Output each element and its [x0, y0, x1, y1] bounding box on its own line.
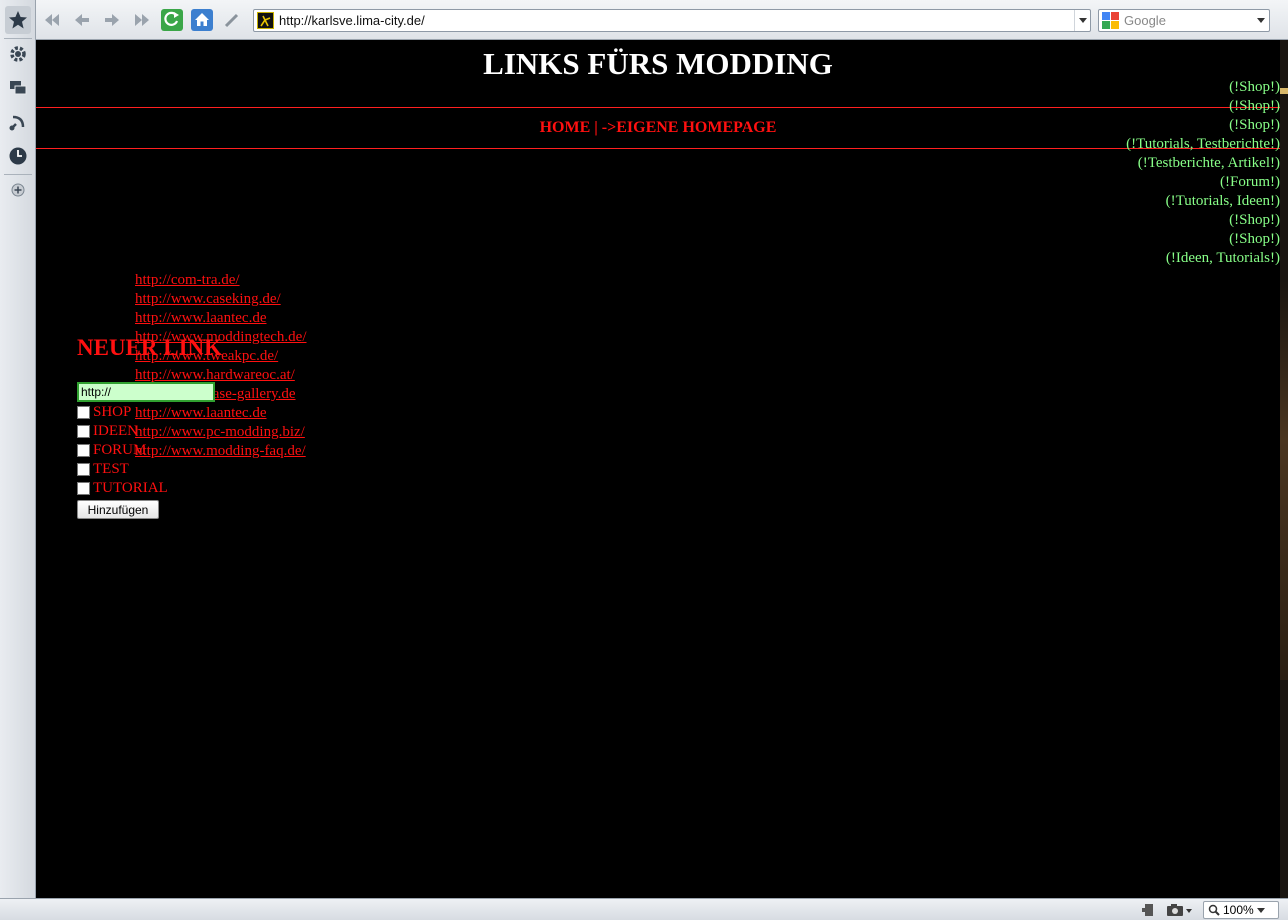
forum-checkbox[interactable] — [77, 444, 90, 457]
turbo-icon[interactable] — [1141, 902, 1157, 918]
category-tag: (!Testberichte, Artikel!) — [1137, 155, 1280, 171]
category-tag: (!Shop!) — [1229, 212, 1280, 228]
search-placeholder[interactable]: Google — [1124, 13, 1166, 28]
category-tag: (!Shop!) — [1229, 79, 1280, 95]
checkbox-label: TEST — [93, 461, 129, 477]
rewind-icon[interactable] — [40, 8, 64, 32]
url-input[interactable] — [77, 382, 215, 402]
zoom-control[interactable]: 100% — [1203, 901, 1279, 919]
shop-checkbox[interactable] — [77, 406, 90, 419]
web-page: LINKS FÜRS MODDING HOME | ->EIGENE HOMEP… — [36, 40, 1280, 898]
google-logo-icon[interactable] — [1102, 12, 1119, 29]
forward-arrow-icon[interactable] — [100, 8, 124, 32]
category-tag: (!Tutorials, Testberichte!) — [1126, 136, 1280, 152]
new-link-heading: NEUER LINK — [77, 335, 223, 360]
bottom-divider — [36, 148, 1280, 149]
reload-icon[interactable] — [160, 8, 184, 32]
bookmarks-star-icon[interactable] — [5, 6, 31, 34]
fast-forward-icon[interactable] — [130, 8, 154, 32]
history-clock-icon[interactable] — [5, 142, 31, 170]
back-arrow-icon[interactable] — [70, 8, 94, 32]
feeds-satellite-icon[interactable] — [5, 108, 31, 136]
test-checkbox-row[interactable]: TEST — [77, 460, 129, 479]
address-dropdown-icon[interactable] — [1074, 10, 1090, 31]
category-tag: (!Shop!) — [1229, 98, 1280, 114]
link-list: http://com-tra.de/ http://www.caseking.d… — [135, 271, 307, 461]
link-item[interactable]: http://www.caseking.de/ — [135, 290, 307, 309]
checkbox-label: TUTORIAL — [93, 480, 168, 496]
category-tag: (!Forum!) — [1220, 174, 1280, 190]
add-panel-icon[interactable] — [5, 176, 31, 204]
category-tag: (!Shop!) — [1229, 231, 1280, 247]
ideen-checkbox[interactable] — [77, 425, 90, 438]
tutorial-checkbox[interactable] — [77, 482, 90, 495]
ideen-checkbox-row[interactable]: IDEEN — [77, 422, 138, 441]
notes-panel-icon[interactable] — [5, 74, 31, 102]
category-tag: (!Ideen, Tutorials!) — [1165, 250, 1280, 266]
link-item[interactable]: http://www.modding-faq.de/ — [135, 442, 307, 461]
checkbox-label: IDEEN — [93, 423, 138, 439]
status-bar: 100% — [0, 898, 1288, 920]
side-panel — [0, 0, 36, 900]
category-tag-list: (!Shop!) (!Shop!) (!Shop!) (!Tutorials, … — [1126, 78, 1280, 268]
magnifier-icon — [1208, 904, 1220, 916]
link-item[interactable]: http://www.laantec.de — [135, 309, 307, 328]
home-icon[interactable] — [190, 8, 214, 32]
window-edge — [1280, 40, 1288, 898]
search-box[interactable]: Google — [1098, 9, 1270, 32]
site-favicon-icon — [257, 12, 274, 29]
test-checkbox[interactable] — [77, 463, 90, 476]
checkbox-label: FORUM — [93, 442, 147, 458]
link-item[interactable]: http://www.laantec.de — [135, 404, 307, 423]
category-tag: (!Shop!) — [1229, 117, 1280, 133]
browser-toolbar: http://karlsve.lima-city.de/ Google — [36, 0, 1288, 40]
link-item[interactable]: http://com-tra.de/ — [135, 271, 307, 290]
browser-window: http://karlsve.lima-city.de/ Google LINK… — [0, 0, 1288, 920]
forum-checkbox-row[interactable]: FORUM — [77, 441, 146, 460]
link-item[interactable]: http://www.pc-modding.biz/ — [135, 423, 307, 442]
address-url[interactable]: http://karlsve.lima-city.de/ — [279, 13, 425, 28]
add-link-button[interactable]: Hinzufügen — [77, 500, 159, 519]
camera-icon[interactable] — [1166, 902, 1192, 918]
address-bar[interactable]: http://karlsve.lima-city.de/ — [253, 9, 1091, 32]
page-title: LINKS FÜRS MODDING — [483, 46, 833, 81]
zoom-dropdown-icon[interactable] — [1256, 907, 1265, 913]
edit-pencil-icon[interactable] — [220, 8, 244, 32]
shop-checkbox-row[interactable]: SHOP — [77, 403, 131, 422]
zoom-level: 100% — [1223, 903, 1254, 917]
search-dropdown-icon[interactable] — [1253, 10, 1269, 31]
checkbox-label: SHOP — [93, 404, 132, 420]
top-divider — [36, 107, 1280, 108]
settings-gear-icon[interactable] — [5, 40, 31, 68]
tutorial-checkbox-row[interactable]: TUTORIAL — [77, 479, 168, 498]
category-tag: (!Tutorials, Ideen!) — [1165, 193, 1280, 209]
page-nav[interactable]: HOME | ->EIGENE HOMEPAGE — [36, 119, 1280, 137]
